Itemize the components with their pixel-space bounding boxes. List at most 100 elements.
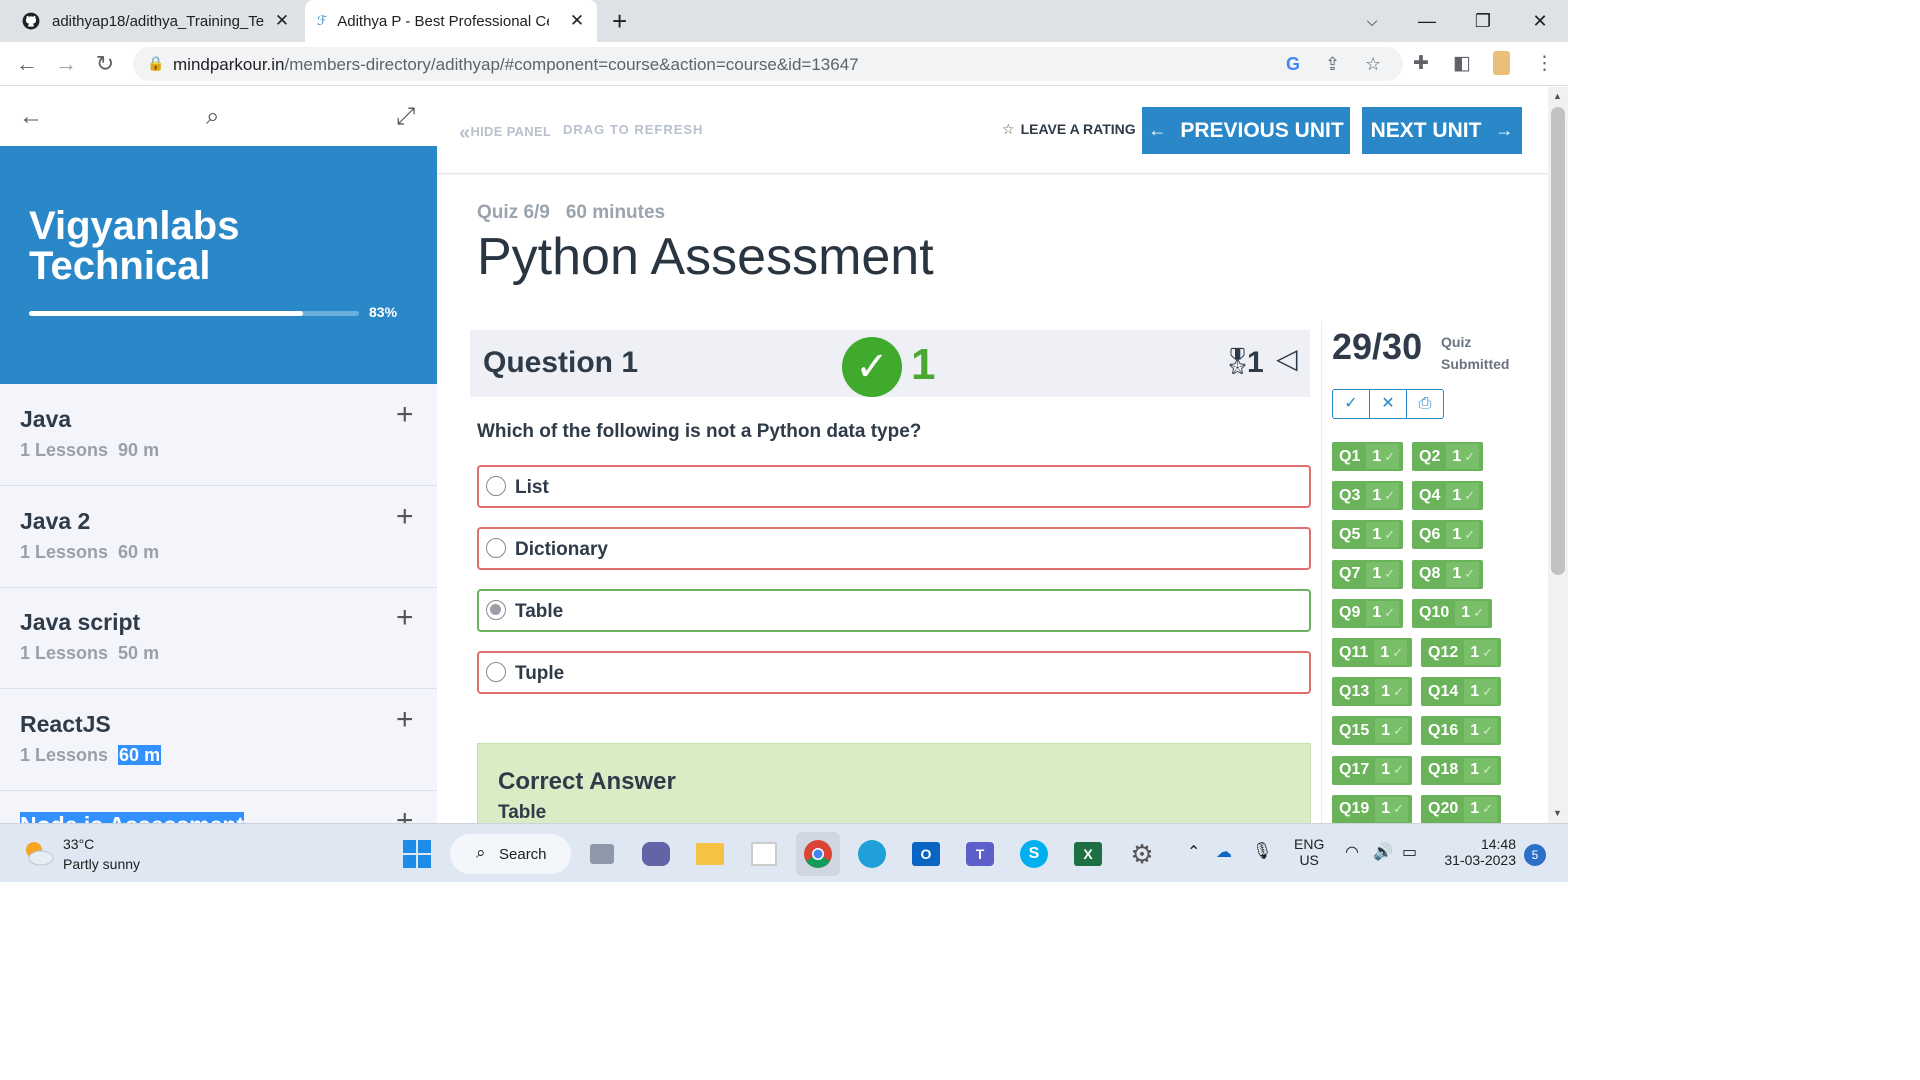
expand-plus-icon[interactable]: +: [396, 601, 414, 635]
task-view-icon[interactable]: [580, 832, 624, 876]
profile-avatar[interactable]: [1493, 51, 1510, 75]
question-badge-q17[interactable]: Q17 1 ✓: [1332, 755, 1412, 785]
module-java-2[interactable]: Java 2 1 Lessons 60 m +: [0, 486, 437, 588]
question-badge-q9[interactable]: Q9 1 ✓: [1332, 598, 1403, 628]
file-explorer-icon[interactable]: [688, 832, 732, 876]
question-badge-q14[interactable]: Q14 1 ✓: [1421, 677, 1501, 707]
forward-arrow-icon[interactable]: →: [53, 51, 79, 77]
radio-button[interactable]: [486, 476, 506, 496]
minimize-button[interactable]: —: [1399, 0, 1455, 42]
tab-search-button[interactable]: ⌵: [1344, 0, 1400, 42]
answer-option-correct[interactable]: Table: [477, 589, 1311, 632]
leave-rating-button[interactable]: ☆ LEAVE A RATING: [1002, 121, 1136, 138]
module-java[interactable]: Java 1 Lessons 90 m +: [0, 384, 437, 486]
expand-plus-icon[interactable]: +: [396, 703, 414, 737]
onedrive-cloud-icon[interactable]: ☁: [1216, 842, 1232, 862]
page-scrollbar[interactable]: ▲ ▼: [1548, 87, 1568, 823]
question-text: Which of the following is not a Python d…: [477, 421, 922, 442]
back-arrow-icon[interactable]: ←: [19, 103, 43, 131]
flag-icon[interactable]: ◁: [1276, 342, 1298, 375]
check-filter-icon[interactable]: ✓: [1333, 390, 1370, 418]
bookmark-star-icon[interactable]: ☆: [1365, 54, 1381, 75]
reload-icon[interactable]: ↻: [92, 51, 118, 77]
radio-button-selected[interactable]: [486, 600, 506, 620]
chrome-icon[interactable]: [796, 832, 840, 876]
question-badge-q15[interactable]: Q15 1 ✓: [1332, 716, 1412, 746]
windows-start-icon[interactable]: [395, 832, 439, 876]
question-badge-q10[interactable]: Q10 1 ✓: [1412, 598, 1492, 628]
radio-button[interactable]: [486, 538, 506, 558]
scroll-up-arrow-icon[interactable]: ▲: [1553, 91, 1562, 101]
question-badge-q13[interactable]: Q13 1 ✓: [1332, 677, 1412, 707]
scrollbar-thumb[interactable]: [1551, 107, 1565, 575]
outlook-icon[interactable]: O: [904, 832, 948, 876]
skype-icon[interactable]: S: [1012, 832, 1056, 876]
question-badge-q18[interactable]: Q18 1 ✓: [1421, 755, 1501, 785]
mic-muted-icon[interactable]: 🎙: [1252, 841, 1272, 861]
question-badge-q1[interactable]: Q1 1 ✓: [1332, 442, 1403, 471]
answer-option[interactable]: Tuple: [477, 651, 1311, 694]
question-badge-q12[interactable]: Q12 1 ✓: [1421, 638, 1501, 667]
close-tab-icon[interactable]: ✕: [272, 11, 292, 31]
check-mark-icon: ✓: [1384, 605, 1396, 621]
expand-plus-icon[interactable]: +: [396, 500, 414, 534]
chat-icon[interactable]: [634, 832, 678, 876]
question-badge-q19[interactable]: Q19 1 ✓: [1332, 794, 1412, 823]
question-badge-q7[interactable]: Q7 1 ✓: [1332, 559, 1403, 589]
back-arrow-icon[interactable]: ←: [14, 51, 40, 77]
radio-button[interactable]: [486, 662, 506, 682]
question-badge-q20[interactable]: Q20 1 ✓: [1421, 794, 1501, 823]
question-badge-q11[interactable]: Q11 1 ✓: [1332, 638, 1412, 667]
cross-filter-icon[interactable]: ✕: [1370, 390, 1407, 418]
new-tab-button[interactable]: +: [612, 6, 627, 37]
question-badge-q2[interactable]: Q2 1 ✓: [1412, 442, 1483, 471]
extensions-puzzle-icon[interactable]: ✚: [1413, 52, 1429, 75]
partly-sunny-icon[interactable]: [22, 838, 54, 868]
volume-icon[interactable]: 🔊: [1373, 842, 1393, 862]
tab-github[interactable]: adithyap18/adithya_Training_Tec ✕: [12, 0, 302, 42]
print-icon[interactable]: ⎙: [1407, 390, 1443, 418]
expand-icon[interactable]: ⤢: [396, 103, 415, 131]
google-icon[interactable]: G: [1286, 54, 1300, 75]
answer-option[interactable]: List: [477, 465, 1311, 508]
taskbar-search-box[interactable]: ⌕ Search: [450, 834, 571, 874]
search-icon[interactable]: ⌕: [206, 103, 219, 131]
module-javascript[interactable]: Java script 1 Lessons 50 m +: [0, 587, 437, 689]
wifi-icon[interactable]: ◠: [1345, 842, 1359, 862]
expand-plus-icon[interactable]: +: [396, 398, 414, 432]
clock[interactable]: 14:48 31-03-2023: [1440, 836, 1516, 868]
question-badge-q8[interactable]: Q8 1 ✓: [1412, 559, 1483, 589]
close-window-button[interactable]: ✕: [1512, 0, 1568, 42]
question-badge-q4[interactable]: Q4 1 ✓: [1412, 481, 1483, 511]
question-badge-q16[interactable]: Q16 1 ✓: [1421, 716, 1501, 746]
chrome-menu-icon[interactable]: ⋮: [1535, 52, 1554, 75]
module-reactjs[interactable]: ReactJS 1 Lessons 60 m +: [0, 689, 437, 791]
scroll-down-arrow-icon[interactable]: ▼: [1553, 808, 1562, 818]
question-badge-q5[interactable]: Q5 1 ✓: [1332, 520, 1403, 550]
notification-count-badge[interactable]: 5: [1524, 844, 1546, 866]
url-text[interactable]: mindparkour.in/members-directory/adithya…: [173, 55, 859, 75]
question-badge-q3[interactable]: Q3 1 ✓: [1332, 481, 1403, 511]
tab-active-mindparkour[interactable]: ℱ Adithya P - Best Professional Cer ✕: [305, 0, 597, 42]
tab-title: adithyap18/adithya_Training_Tec: [52, 12, 264, 30]
question-badge-q6[interactable]: Q6 1 ✓: [1412, 520, 1483, 550]
answer-option[interactable]: Dictionary: [477, 527, 1311, 570]
share-icon[interactable]: ⇪: [1325, 54, 1340, 75]
edge-icon[interactable]: [850, 832, 894, 876]
settings-gear-icon[interactable]: ⚙: [1120, 832, 1164, 876]
module-nodejs-assessment[interactable]: Node js Assessment +: [0, 790, 437, 823]
side-panel-icon[interactable]: ◧: [1453, 52, 1471, 75]
language-indicator[interactable]: ENG US: [1294, 836, 1324, 868]
previous-unit-button[interactable]: ← PREVIOUS UNIT: [1142, 107, 1350, 154]
restore-button[interactable]: ❐: [1455, 0, 1511, 42]
microsoft-store-icon[interactable]: [742, 832, 786, 876]
hide-panel-button[interactable]: «HIDE PANEL: [459, 122, 551, 145]
excel-icon[interactable]: X: [1066, 832, 1110, 876]
next-unit-button[interactable]: NEXT UNIT →: [1362, 107, 1522, 154]
url-bar[interactable]: 🔒 mindparkour.in/members-directory/adith…: [133, 47, 1403, 81]
close-tab-icon[interactable]: ✕: [567, 11, 587, 31]
battery-icon[interactable]: ▭: [1402, 842, 1417, 862]
tray-chevron-up-icon[interactable]: ⌃: [1187, 842, 1200, 862]
expand-plus-icon[interactable]: +: [396, 804, 414, 823]
teams-icon[interactable]: T: [958, 832, 1002, 876]
